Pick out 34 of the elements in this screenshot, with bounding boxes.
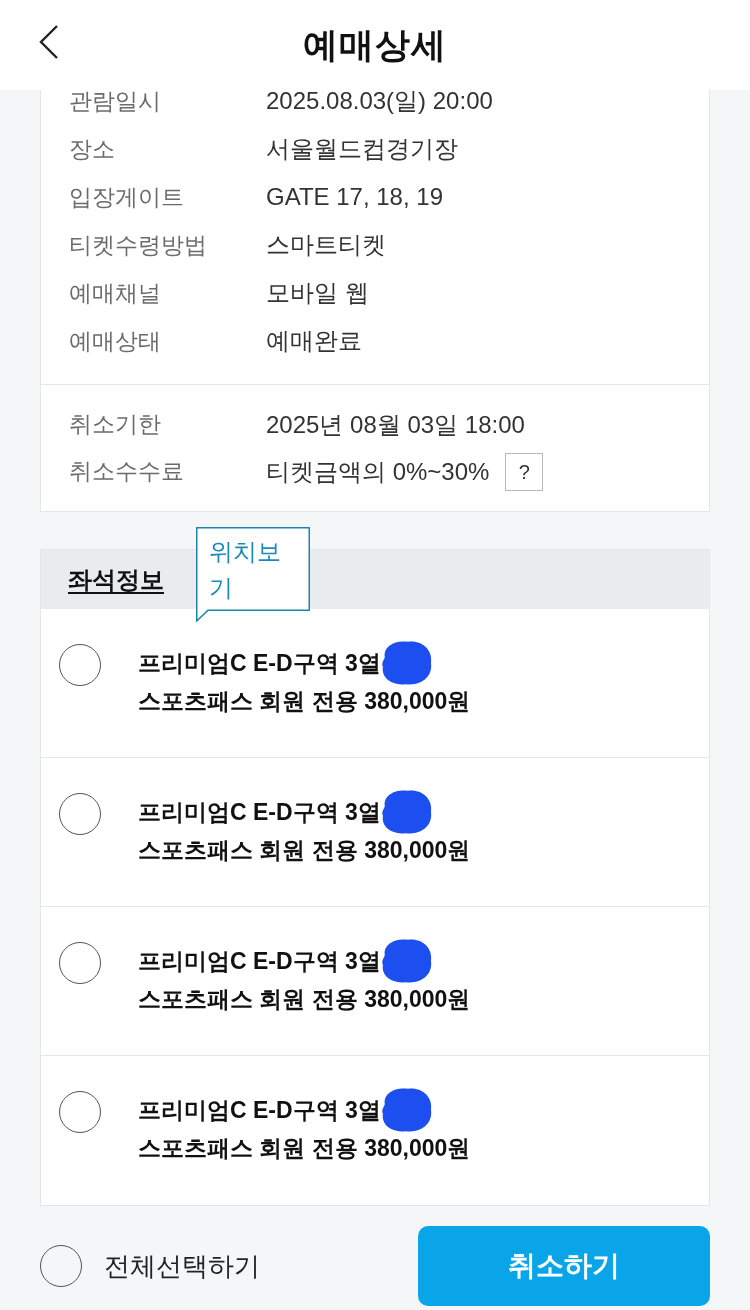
info-value: 2025년 08월 03일 18:00 xyxy=(266,409,525,440)
info-value: 서울월드컵경기장 xyxy=(266,134,458,164)
info-value: 스마트티켓 xyxy=(266,230,386,260)
info-value: 티켓금액의 0%~30% xyxy=(266,456,490,487)
info-label: 예매상태 xyxy=(69,326,162,356)
seat-price: 스포츠패스 회원 전용 380,000원 xyxy=(138,985,471,1014)
info-label: 예매채널 xyxy=(69,278,162,308)
seat-name: 프리미엄C E-D구역 3열 xyxy=(138,947,381,976)
info-value: 모바일 웹 xyxy=(266,278,369,308)
back-chevron-icon xyxy=(39,25,59,59)
seat-row[interactable]: 프리미엄C E-D구역 3열 스포츠패스 회원 전용 380,000원 xyxy=(41,907,709,1056)
info-label: 티켓수령방법 xyxy=(69,230,208,260)
info-label: 입장게이트 xyxy=(69,182,185,212)
info-label: 관람일시 xyxy=(69,86,162,116)
seat-row[interactable]: 프리미엄C E-D구역 3열 스포츠패스 회원 전용 380,000원 xyxy=(41,758,709,907)
seat-name: 프리미엄C E-D구역 3열 xyxy=(138,798,381,827)
seat-row[interactable]: 프리미엄C E-D구역 3열 스포츠패스 회원 전용 380,000원 xyxy=(41,1056,709,1205)
info-label: 장소 xyxy=(69,134,116,164)
info-value: GATE 17, 18, 19 xyxy=(266,182,443,212)
info-label: 취소수수료 xyxy=(69,457,185,487)
help-button[interactable]: ? xyxy=(505,452,544,491)
location-tooltip[interactable]: 위치보기 xyxy=(196,527,310,622)
seat-price: 스포츠패스 회원 전용 380,000원 xyxy=(138,687,471,716)
seat-price: 스포츠패스 회원 전용 380,000원 xyxy=(138,1134,471,1163)
seat-section-title: 좌석정보 xyxy=(68,564,164,595)
seat-row[interactable]: 프리미엄C E-D구역 3열 스포츠패스 회원 전용 380,000원 xyxy=(41,609,709,758)
seat-name: 프리미엄C E-D구역 3열 xyxy=(138,649,381,678)
info-value: 2025.08.03(일) 20:00 xyxy=(266,86,493,116)
info-label: 취소기한 xyxy=(69,410,162,440)
seat-name: 프리미엄C E-D구역 3열 xyxy=(138,1096,381,1125)
page-title: 예매상세 xyxy=(303,23,447,66)
select-all-label[interactable]: 전체선택하기 xyxy=(104,1246,260,1286)
info-value: 예매완료 xyxy=(266,326,362,356)
seat-price: 스포츠패스 회원 전용 380,000원 xyxy=(138,836,471,865)
